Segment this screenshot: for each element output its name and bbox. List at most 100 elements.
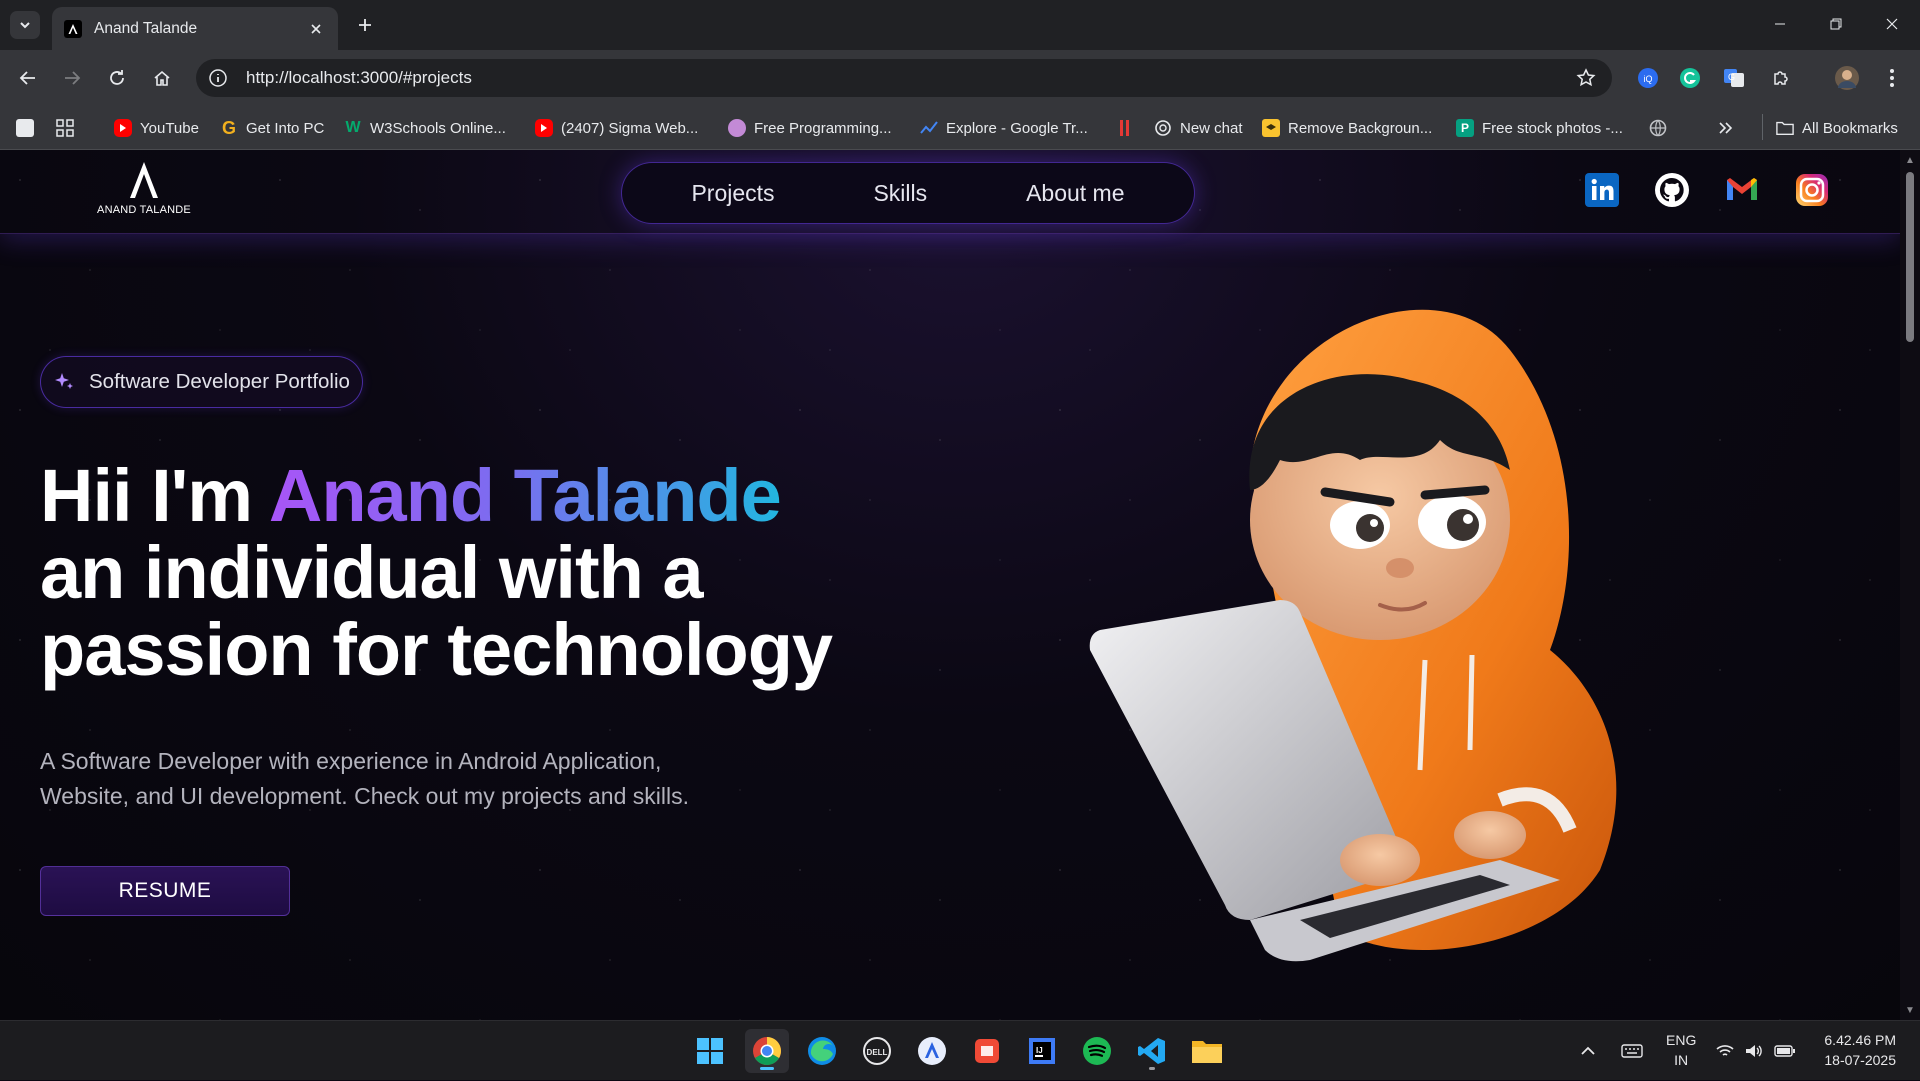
all-bookmarks-label: All Bookmarks <box>1802 119 1898 137</box>
chevron-up-icon <box>1581 1046 1595 1055</box>
bookmarks-bar: YouTube G Get Into PC W W3Schools Online… <box>0 106 1920 150</box>
browser-menu-icon[interactable] <box>1878 64 1906 92</box>
windows-taskbar: DELL IJ ENG IN 6.42.46 PM 18-07-2025 <box>0 1020 1920 1080</box>
nav-projects[interactable]: Projects <box>677 174 788 213</box>
bookmark-red-bars[interactable] <box>1116 115 1142 141</box>
dell-icon[interactable]: DELL <box>855 1029 899 1073</box>
gmail-icon[interactable] <box>1724 172 1760 208</box>
restore-button[interactable] <box>1808 0 1864 48</box>
back-button[interactable] <box>14 64 42 92</box>
scroll-up-icon[interactable]: ▲ <box>1904 154 1916 166</box>
globe-icon <box>1649 119 1667 137</box>
bookmark-get-into-pc[interactable]: G Get Into PC <box>220 115 324 141</box>
github-icon[interactable] <box>1654 172 1690 208</box>
show-hidden-icons-button[interactable] <box>1580 1021 1596 1081</box>
tab-search-button[interactable] <box>10 11 40 39</box>
headline-name: Anand Talande <box>268 454 782 537</box>
scrollbar-thumb[interactable] <box>1906 172 1914 342</box>
bookmark-free-programming[interactable]: Free Programming... <box>728 115 892 141</box>
apps-grid-button[interactable] <box>56 115 74 141</box>
bookmark-label: Free stock photos -... <box>1482 119 1623 137</box>
site-logo[interactable]: ANAND TALANDE <box>94 160 194 216</box>
nav-skills[interactable]: Skills <box>859 174 941 213</box>
bookmark-app-square[interactable] <box>16 115 42 141</box>
chatgpt-icon <box>1154 119 1172 137</box>
hero-illustration <box>1089 309 1617 962</box>
browser-tab-active[interactable]: Anand Talande <box>52 7 338 50</box>
headline-line-2: an individual with a <box>40 531 704 614</box>
hero-subtext: A Software Developer with experience in … <box>40 744 760 814</box>
remove-bg-icon <box>1262 119 1280 137</box>
address-bar[interactable]: http://localhost:3000/#projects <box>196 59 1612 97</box>
bookmark-label: Remove Backgroun... <box>1288 119 1433 137</box>
resume-button[interactable]: RESUME <box>40 866 290 916</box>
grammarly-icon[interactable] <box>1676 64 1704 92</box>
home-button[interactable] <box>148 64 176 92</box>
home-icon <box>154 70 170 86</box>
site-info-icon[interactable] <box>206 66 230 90</box>
lang-bottom: IN <box>1674 1052 1689 1068</box>
w3schools-icon: W <box>345 119 361 136</box>
profile-avatar[interactable] <box>1833 64 1861 92</box>
language-indicator[interactable]: ENG IN <box>1666 1030 1696 1070</box>
edge-icon[interactable] <box>800 1029 844 1073</box>
system-clock[interactable]: 6.42.46 PM 18-07-2025 <box>1824 1030 1896 1070</box>
arrow-left-icon <box>19 71 35 85</box>
minimize-button[interactable] <box>1752 0 1808 48</box>
chrome-icon[interactable] <box>745 1029 789 1073</box>
reload-button[interactable] <box>103 64 131 92</box>
clock-time: 6.42.46 PM <box>1824 1032 1896 1048</box>
headline-prefix: Hii I'm <box>40 454 269 537</box>
bookmarks-divider <box>1762 114 1763 140</box>
extension-icon-1[interactable]: iQ <box>1634 64 1662 92</box>
windows-start-icon[interactable] <box>688 1029 732 1073</box>
headline-line-3: passion for technology <box>40 608 833 691</box>
site-header: ANAND TALANDE Projects Skills About me <box>0 150 1900 234</box>
page-scrollbar[interactable]: ▲ ▼ <box>1900 150 1920 1020</box>
wifi-icon[interactable] <box>1716 1021 1734 1081</box>
sparkles-icon <box>51 369 77 395</box>
bookmark-label: Explore - Google Tr... <box>946 119 1088 137</box>
bookmark-youtube[interactable]: YouTube <box>114 115 199 141</box>
intellij-icon[interactable]: IJ <box>1020 1029 1064 1073</box>
url-text[interactable]: http://localhost:3000/#projects <box>246 68 1572 88</box>
keyboard-icon[interactable] <box>1621 1021 1643 1081</box>
bookmark-w3schools[interactable]: W W3Schools Online... <box>344 115 505 141</box>
chevron-down-icon <box>20 22 30 29</box>
browser-toolbar: http://localhost:3000/#projects iQ G <box>0 50 1920 106</box>
tab-close-icon[interactable] <box>306 19 326 39</box>
bookmark-free-stock-photos[interactable]: P Free stock photos -... <box>1456 115 1623 141</box>
bookmark-new-chat[interactable]: New chat <box>1154 115 1243 141</box>
logo-mark-icon <box>130 162 158 198</box>
reload-icon <box>110 70 124 85</box>
bookmark-star-icon[interactable] <box>1572 64 1600 92</box>
page-viewport: ANAND TALANDE Projects Skills About me S… <box>0 150 1920 1020</box>
nav-about-me[interactable]: About me <box>1012 174 1138 213</box>
close-window-button[interactable] <box>1864 0 1920 48</box>
restore-icon <box>1830 18 1842 30</box>
app-store-icon[interactable] <box>910 1029 954 1073</box>
file-explorer-icon[interactable] <box>1185 1029 1229 1073</box>
volume-icon[interactable] <box>1745 1021 1763 1081</box>
more-bookmarks-button[interactable] <box>1718 115 1734 141</box>
scroll-down-icon[interactable]: ▼ <box>1904 1004 1916 1016</box>
all-bookmarks-button[interactable]: All Bookmarks <box>1776 115 1898 141</box>
bookmark-sigma-web[interactable]: (2407) Sigma Web... <box>535 115 698 141</box>
instagram-icon[interactable] <box>1794 172 1830 208</box>
vscode-icon[interactable] <box>1130 1029 1174 1073</box>
app-square-icon <box>16 119 34 137</box>
linkedin-icon[interactable] <box>1584 172 1620 208</box>
bookmark-remove-background[interactable]: Remove Backgroun... <box>1262 115 1432 141</box>
bookmark-label: Free Programming... <box>754 119 892 137</box>
extensions-puzzle-icon[interactable] <box>1767 64 1795 92</box>
new-tab-button[interactable] <box>352 12 378 38</box>
battery-icon[interactable] <box>1774 1021 1796 1081</box>
bookmark-google-trends[interactable]: Explore - Google Tr... <box>920 115 1088 141</box>
svg-text:G: G <box>1728 72 1735 82</box>
close-icon <box>1886 18 1898 30</box>
spotify-icon[interactable] <box>1075 1029 1119 1073</box>
forward-button[interactable] <box>58 64 86 92</box>
office-icon[interactable] <box>965 1029 1009 1073</box>
bookmark-globe[interactable] <box>1649 115 1675 141</box>
google-translate-icon[interactable]: G <box>1720 64 1748 92</box>
